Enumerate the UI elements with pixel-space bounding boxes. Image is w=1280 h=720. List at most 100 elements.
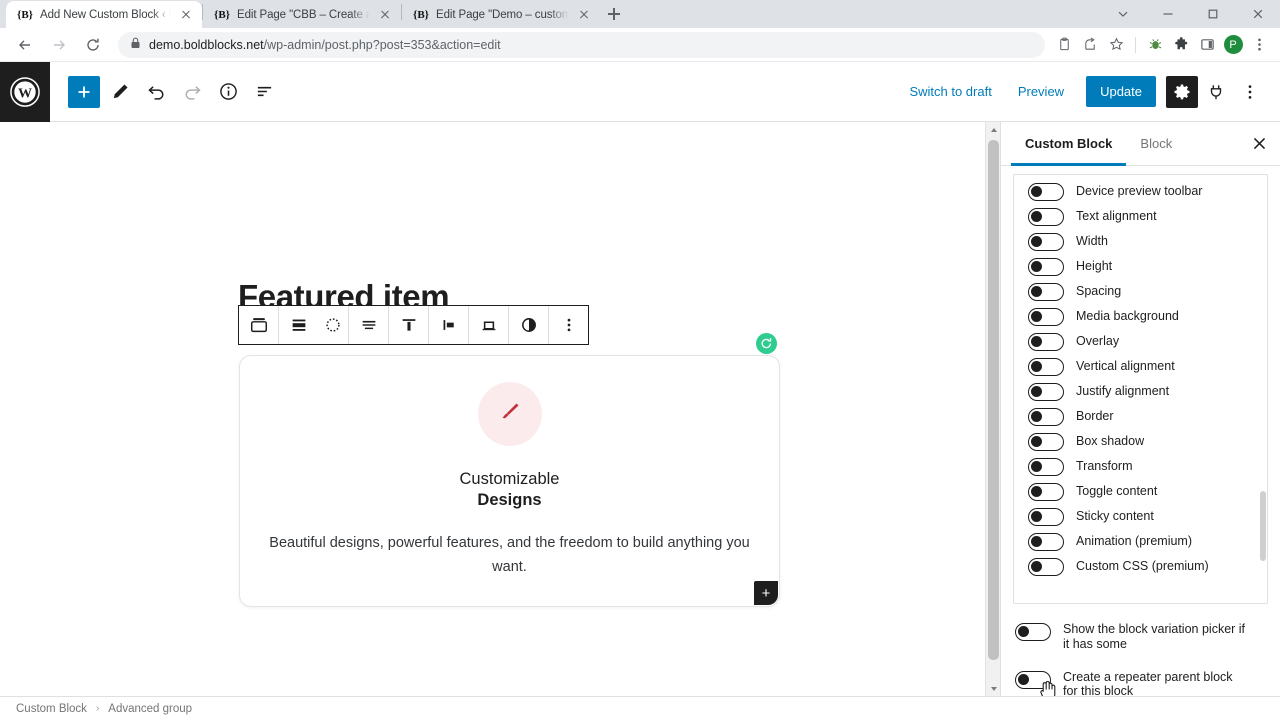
- toggle-switch[interactable]: [1028, 232, 1064, 251]
- align-top-icon[interactable]: [389, 306, 428, 344]
- kebab-more-options-icon[interactable]: [549, 306, 588, 344]
- featured-item-card[interactable]: Customizable Designs Beautiful designs, …: [239, 355, 780, 607]
- toggle-switch[interactable]: [1028, 357, 1064, 376]
- toggle-row[interactable]: Width: [1014, 229, 1267, 254]
- toggle-row[interactable]: Sticky content: [1014, 504, 1267, 529]
- switch-to-draft-button[interactable]: Switch to draft: [897, 78, 1003, 105]
- toggle-row[interactable]: Justify alignment: [1014, 379, 1267, 404]
- new-tab-button[interactable]: [600, 0, 628, 28]
- panel-scrollbar[interactable]: [1259, 175, 1267, 603]
- browser-tab-2[interactable]: {B} Edit Page "CBB – Create a grid –: [203, 1, 401, 28]
- toggle-row[interactable]: Vertical alignment: [1014, 354, 1267, 379]
- toggle-switch[interactable]: [1028, 282, 1064, 301]
- panel-scrollbar-thumb[interactable]: [1260, 491, 1266, 561]
- share-icon[interactable]: [1077, 32, 1103, 58]
- tab-custom-block[interactable]: Custom Block: [1011, 122, 1127, 166]
- back-arrow-icon[interactable]: [11, 31, 39, 59]
- tab-block[interactable]: Block: [1126, 122, 1186, 165]
- close-icon[interactable]: [377, 7, 393, 23]
- address-bar[interactable]: demo.boldblocks.net/wp-admin/post.php?po…: [118, 31, 1045, 58]
- avatar[interactable]: P: [1220, 32, 1246, 58]
- close-sidebar-icon[interactable]: [1238, 122, 1280, 165]
- card-add-block-button[interactable]: +: [754, 581, 778, 605]
- wordpress-logo[interactable]: W: [0, 61, 50, 122]
- toggle-row[interactable]: Device preview toolbar: [1014, 179, 1267, 204]
- plugins-plug-icon[interactable]: [1200, 76, 1232, 108]
- scrollbar-thumb[interactable]: [988, 140, 999, 660]
- maximize-icon[interactable]: [1190, 0, 1235, 28]
- toggle-switch[interactable]: [1028, 432, 1064, 451]
- toggle-switch[interactable]: [1028, 182, 1064, 201]
- toggle-row[interactable]: Custom CSS (premium): [1014, 554, 1267, 579]
- toggle-switch[interactable]: [1028, 382, 1064, 401]
- toggle-row[interactable]: Spacing: [1014, 279, 1267, 304]
- canvas-scrollbar[interactable]: [985, 122, 1000, 696]
- browser-menu-icon[interactable]: [1246, 32, 1272, 58]
- details-info-circle-icon[interactable]: [212, 76, 244, 108]
- card-description: Beautiful designs, powerful features, an…: [269, 535, 750, 575]
- toggle-row[interactable]: Overlay: [1014, 329, 1267, 354]
- browser-tab-1[interactable]: {B} Add New Custom Block ‹ BoldBlo: [6, 1, 202, 28]
- tab-search-chevron-down-icon[interactable]: [1100, 0, 1145, 28]
- breadcrumb-item-custom-block[interactable]: Custom Block: [16, 703, 87, 715]
- toggle-row[interactable]: Height: [1014, 254, 1267, 279]
- option-row-variation-picker[interactable]: Show the block variation picker if it ha…: [1013, 618, 1268, 666]
- toggle-row[interactable]: Text alignment: [1014, 204, 1267, 229]
- toggle-switch[interactable]: [1015, 623, 1051, 641]
- side-panel-icon[interactable]: [1194, 32, 1220, 58]
- close-icon[interactable]: [178, 7, 194, 23]
- scroll-down-arrow-icon[interactable]: [986, 681, 1000, 696]
- toggle-row[interactable]: Media background: [1014, 304, 1267, 329]
- edit-tool-pencil-icon[interactable]: [104, 76, 136, 108]
- toggle-switch[interactable]: [1028, 532, 1064, 551]
- toggle-switch[interactable]: [1028, 507, 1064, 526]
- toggle-switch[interactable]: [1028, 482, 1064, 501]
- undo-button[interactable]: [140, 76, 172, 108]
- list-view-button[interactable]: [248, 76, 280, 108]
- toggle-switch[interactable]: [1028, 557, 1064, 576]
- refresh-icon[interactable]: [756, 333, 777, 354]
- reload-icon[interactable]: [79, 31, 107, 59]
- gear-icon[interactable]: [1166, 75, 1198, 108]
- media-box-icon[interactable]: [469, 306, 508, 344]
- toggle-switch[interactable]: [1028, 307, 1064, 326]
- toggle-switch[interactable]: [1028, 257, 1064, 276]
- close-icon[interactable]: [576, 7, 592, 23]
- dotted-circle-icon[interactable]: [318, 306, 348, 344]
- toggle-switch[interactable]: [1028, 407, 1064, 426]
- sidebar-tabs: Custom Block Block: [1001, 122, 1280, 166]
- toggle-switch[interactable]: [1028, 207, 1064, 226]
- bookmark-star-icon[interactable]: [1103, 32, 1129, 58]
- option-row-repeater-parent[interactable]: Create a repeater parent block for this …: [1013, 666, 1268, 696]
- toggle-row[interactable]: Border: [1014, 404, 1267, 429]
- align-center-icon[interactable]: [349, 306, 388, 344]
- breadcrumb: Custom Block › Advanced group: [0, 696, 1280, 720]
- contrast-half-circle-icon[interactable]: [509, 306, 548, 344]
- add-block-button[interactable]: [68, 75, 100, 108]
- extensions-puzzle-icon[interactable]: [1168, 32, 1194, 58]
- bug-icon[interactable]: [1142, 32, 1168, 58]
- browser-tab-3[interactable]: {B} Edit Page "Demo – custom grid b: [402, 1, 600, 28]
- toggle-row[interactable]: Box shadow: [1014, 429, 1267, 454]
- tab-title: Edit Page "Demo – custom grid b: [436, 8, 569, 21]
- editor-canvas[interactable]: Featured item Customizable Designs Beaut…: [0, 122, 1000, 696]
- update-button[interactable]: Update: [1086, 76, 1156, 107]
- clipboard-icon[interactable]: [1051, 32, 1077, 58]
- toggle-switch[interactable]: [1028, 457, 1064, 476]
- editor-more-menu-icon[interactable]: [1234, 76, 1266, 108]
- close-window-icon[interactable]: [1235, 0, 1280, 28]
- block-box-icon[interactable]: [239, 306, 278, 344]
- toggle-switch[interactable]: [1028, 332, 1064, 351]
- toggle-label: Sticky content: [1076, 509, 1154, 524]
- toolbar-group-layout: [279, 306, 349, 344]
- minimize-icon[interactable]: [1145, 0, 1190, 28]
- justify-left-icon[interactable]: [429, 306, 468, 344]
- toggle-row[interactable]: Transform: [1014, 454, 1267, 479]
- preview-button[interactable]: Preview: [1006, 78, 1076, 105]
- breadcrumb-item-advanced-group[interactable]: Advanced group: [108, 703, 192, 715]
- content-rows-icon[interactable]: [279, 306, 318, 344]
- tab-title: Edit Page "CBB – Create a grid –: [237, 8, 370, 21]
- scroll-up-arrow-icon[interactable]: [986, 122, 1000, 137]
- toggle-row[interactable]: Toggle content: [1014, 479, 1267, 504]
- toggle-row[interactable]: Animation (premium): [1014, 529, 1267, 554]
